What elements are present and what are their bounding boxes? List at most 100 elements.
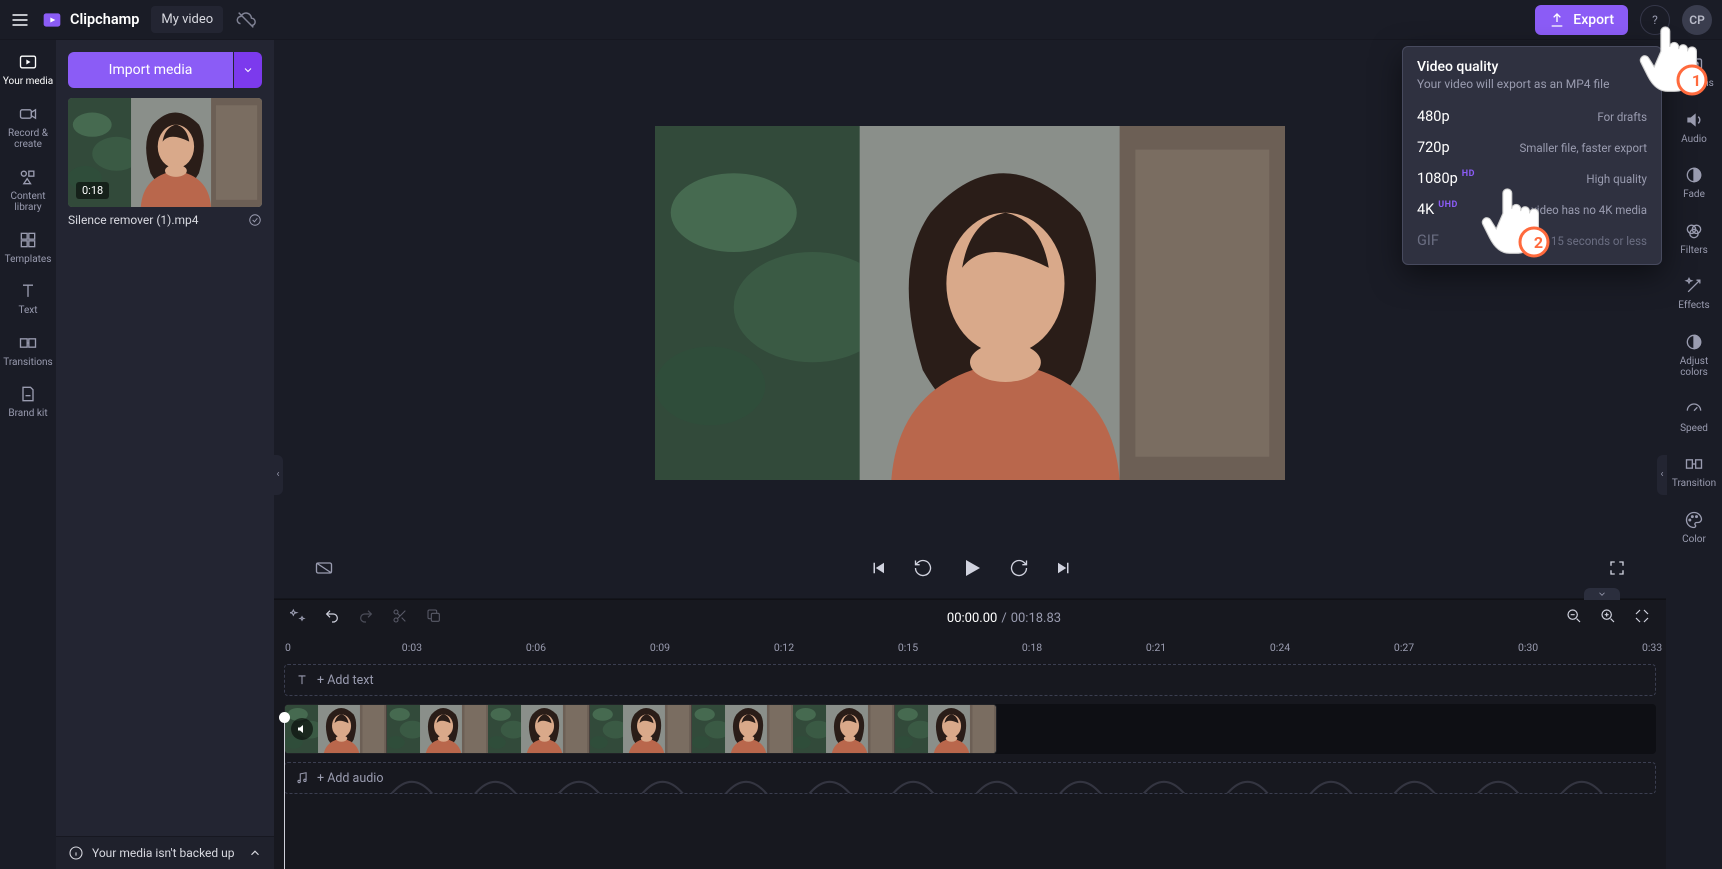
avatar[interactable]: CP [1682,5,1712,35]
undo-icon[interactable] [324,608,340,628]
rrail-color[interactable]: Color [1666,506,1722,554]
wand-icon [1684,276,1704,296]
import-media-more-button[interactable] [234,52,262,88]
export-option-label: 1080p [1417,170,1458,187]
import-media-button[interactable]: Import media [68,52,233,88]
export-option-480p[interactable]: 480p For drafts [1417,101,1647,132]
brand: Clipchamp [42,10,139,30]
export-option-note: Your video has no 4K media [1505,203,1647,217]
ruler-tick: 0:27 [1394,641,1414,654]
export-option-note: For drafts [1597,110,1647,124]
collapse-right-button[interactable]: ‹ [1657,455,1667,495]
text-icon [18,281,38,301]
ruler-tick: 0:03 [402,641,422,654]
rewind-icon[interactable] [913,558,933,582]
rail-label: Your media [3,76,53,88]
zoom-out-icon[interactable] [1566,608,1582,628]
upload-icon [1549,12,1565,28]
rail-label: Text [18,305,37,317]
text-track[interactable]: + Add text [284,664,1656,696]
rail-record-create[interactable]: Record & create [0,98,56,159]
contrast-icon [1684,332,1704,352]
magic-icon[interactable] [290,608,306,628]
copy-icon[interactable] [426,608,442,628]
rail-transitions[interactable]: Transitions [0,327,56,377]
rrail-audio[interactable]: Audio [1666,106,1722,154]
video-preview[interactable] [655,126,1285,480]
rrail-label: Adjust colors [1666,356,1722,379]
timeline-ruler[interactable]: 00:030:060:090:120:150:180:210:240:270:3… [274,636,1666,658]
ruler-tick: 0:12 [774,641,794,654]
filters-icon [1684,221,1704,241]
quality-badge: UHD [1438,200,1458,210]
forward-icon[interactable] [1009,558,1029,582]
ruler-tick: 0:18 [1022,641,1042,654]
rrail-transition[interactable]: Transition [1666,450,1722,498]
clip-thumbnail [793,705,895,753]
export-option-label: 480p [1417,108,1450,125]
rail-label: Content library [0,191,56,214]
text-icon [295,673,309,687]
speaker-icon [1684,110,1704,130]
fit-icon[interactable] [1634,608,1650,628]
hide-preview-icon[interactable] [314,558,334,582]
rail-text[interactable]: Text [0,275,56,325]
skip-end-icon[interactable] [1055,559,1073,581]
scissors-icon[interactable] [392,608,408,628]
export-option-1080p[interactable]: 1080pHDHigh quality [1417,163,1647,194]
popover-title: Video quality [1417,59,1647,75]
timeline-total-time: 00:18.83 [1011,611,1061,626]
cloud-sync-off-icon[interactable] [235,9,257,31]
play-icon[interactable] [959,556,983,584]
video-track[interactable] [284,704,1656,754]
clipchamp-logo-icon [42,10,62,30]
rrail-speed[interactable]: Speed [1666,395,1722,443]
export-option-720p[interactable]: 720pSmaller file, faster export [1417,132,1647,163]
clip-duration: 0:18 [76,182,109,199]
media-panel: Import media 0:18 Silence remover (1).mp… [56,40,274,869]
right-rail: ‹ CC Captions Audio Fade Filters Effects [1666,40,1722,869]
popover-subtitle: Your video will export as an MP4 file [1417,77,1647,91]
video-clip[interactable] [284,704,997,754]
help-button[interactable]: ? [1640,5,1670,35]
rail-your-media[interactable]: Your media [0,46,56,96]
media-icon [18,52,38,72]
ruler-tick: 0:15 [898,641,918,654]
zoom-in-icon[interactable] [1600,608,1616,628]
rrail-adjust-colors[interactable]: Adjust colors [1666,328,1722,387]
rail-label: Brand kit [8,408,47,420]
music-icon [295,771,309,785]
clip-audio-icon[interactable] [291,718,313,740]
clip-thumbnail [387,705,489,753]
shapes-icon [18,167,38,187]
gauge-icon [1684,399,1704,419]
fullscreen-icon[interactable] [1608,559,1626,581]
ruler-tick: 0:24 [1270,641,1290,654]
audio-track[interactable]: + Add audio [284,762,1656,794]
timeline-collapse-button[interactable] [1584,588,1620,600]
rail-content-library[interactable]: Content library [0,161,56,222]
palette-icon [1684,510,1704,530]
export-button-label: Export [1573,12,1614,28]
backup-notice-bar[interactable]: Your media isn't backed up [56,836,274,869]
export-option-note: Smaller file, faster export [1519,141,1647,155]
redo-icon[interactable] [358,608,374,628]
cc-icon: CC [1684,54,1704,74]
hamburger-menu-icon[interactable] [10,10,30,30]
rrail-fade[interactable]: Fade [1666,161,1722,209]
rrail-label: Fade [1683,189,1705,201]
text-track-placeholder: + Add text [317,673,374,688]
rrail-captions[interactable]: CC Captions [1666,50,1722,98]
left-rail: Your media Record & create Content libra… [0,40,56,869]
media-clip[interactable]: 0:18 Silence remover (1).mp4 [68,98,262,227]
rrail-label: Audio [1681,134,1707,146]
rail-brand-kit[interactable]: Brand kit [0,378,56,428]
rrail-effects[interactable]: Effects [1666,272,1722,320]
export-option-4k[interactable]: 4KUHDYour video has no 4K media [1417,194,1647,225]
rail-templates[interactable]: Templates [0,224,56,274]
skip-start-icon[interactable] [869,559,887,581]
export-button[interactable]: Export [1535,5,1628,35]
clip-thumbnail [692,705,794,753]
rrail-filters[interactable]: Filters [1666,217,1722,265]
project-title[interactable]: My video [151,6,223,33]
